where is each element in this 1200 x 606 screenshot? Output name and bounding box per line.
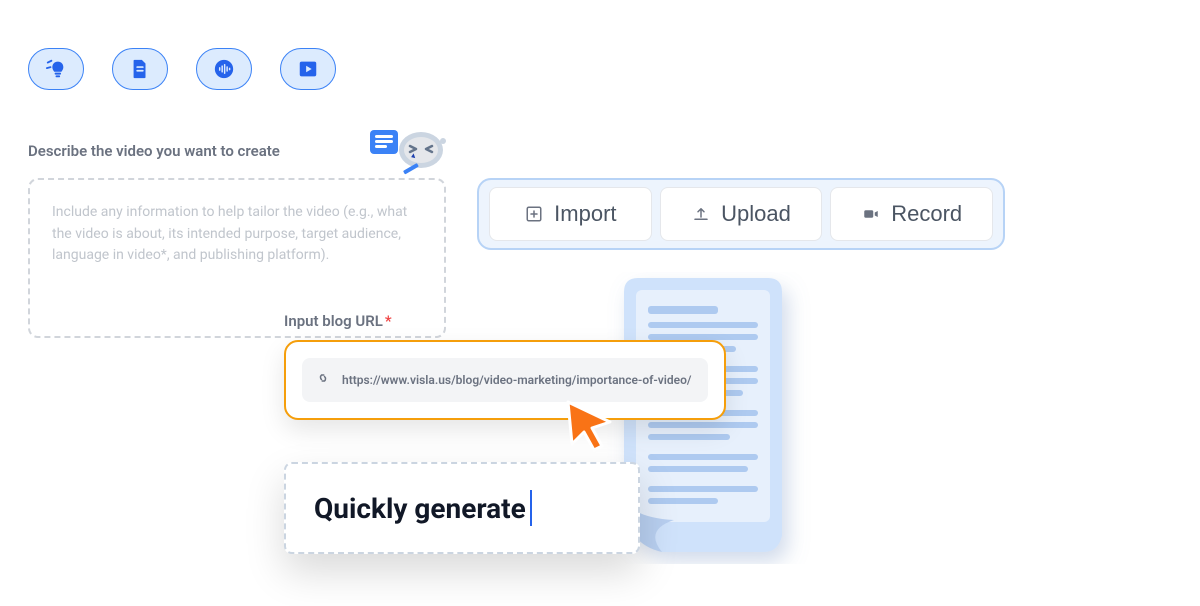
generating-text: Quickly generate	[314, 492, 526, 525]
tab-video[interactable]	[280, 48, 336, 90]
upload-button-label: Upload	[721, 201, 791, 227]
blog-url-input[interactable]: https://www.visla.us/blog/video-marketin…	[302, 358, 708, 402]
import-button[interactable]: Import	[489, 187, 652, 241]
video-play-icon	[297, 58, 319, 80]
media-source-panel: Import Upload Record	[477, 178, 1005, 250]
cursor-pointer-icon	[562, 398, 616, 452]
generating-text-box: Quickly generate	[284, 462, 640, 554]
blog-url-label: Input blog URL*	[284, 312, 392, 330]
idea-lightbulb-icon	[45, 58, 67, 80]
describe-prompt-label: Describe the video you want to create	[28, 142, 280, 160]
tab-document[interactable]	[112, 48, 168, 90]
tab-audio[interactable]	[196, 48, 252, 90]
record-camera-icon	[861, 204, 881, 224]
upload-button[interactable]: Upload	[660, 187, 823, 241]
import-button-label: Import	[554, 201, 616, 227]
describe-placeholder: Include any information to help tailor t…	[52, 202, 422, 267]
blog-url-input-card: https://www.visla.us/blog/video-marketin…	[284, 340, 726, 420]
record-button[interactable]: Record	[830, 187, 993, 241]
source-tabs	[28, 48, 336, 90]
tab-idea[interactable]	[28, 48, 84, 90]
record-button-label: Record	[891, 201, 962, 227]
required-asterisk: *	[385, 312, 392, 330]
audio-wave-icon	[213, 58, 235, 80]
import-plus-icon	[524, 204, 544, 224]
document-icon	[129, 58, 151, 80]
text-cursor	[530, 490, 532, 526]
link-icon	[314, 369, 332, 391]
blog-url-value: https://www.visla.us/blog/video-marketin…	[342, 373, 692, 387]
upload-icon	[691, 204, 711, 224]
